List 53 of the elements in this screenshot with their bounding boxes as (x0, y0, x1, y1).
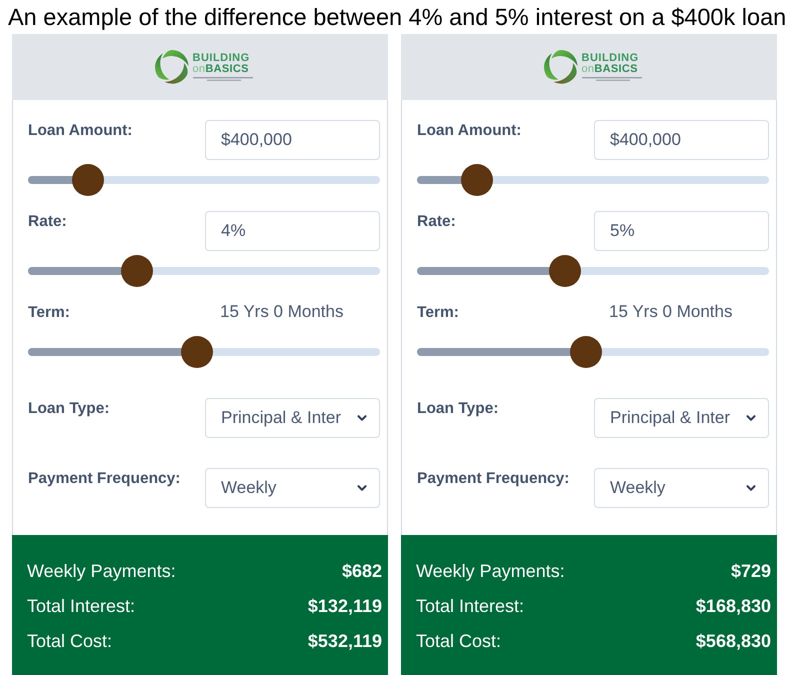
slider-thumb[interactable] (548, 255, 581, 287)
result-value: $568,830 (696, 630, 771, 652)
dropdown-select[interactable]: Principal & Inter (594, 398, 769, 438)
range-slider[interactable] (417, 255, 769, 287)
slider-thumb[interactable] (121, 255, 154, 287)
field-label: Payment Frequency: (417, 469, 570, 489)
slider-thumb[interactable] (72, 164, 104, 196)
range-slider[interactable] (28, 336, 380, 368)
result-value: $168,830 (696, 594, 771, 618)
leaf-wreath-icon (154, 49, 190, 85)
leaf-wreath-icon (542, 49, 578, 85)
field-label: Loan Amount: (28, 121, 134, 141)
field-label: Rate: (417, 212, 457, 232)
result-label: Weekly Payments: (416, 560, 565, 583)
field-label: Payment Frequency: (28, 469, 182, 489)
field-label: Rate: (28, 212, 68, 232)
result-label: Total Interest: (27, 594, 136, 618)
result-label: Weekly Payments: (27, 560, 176, 583)
text-input[interactable]: 4% (205, 211, 380, 251)
logo-text: BUILDING (192, 53, 251, 64)
logo-text: onBASICS (192, 64, 250, 75)
field-label: Term: (28, 303, 71, 323)
tagline-drawing (192, 77, 252, 81)
field-label: Loan Amount: (417, 121, 522, 141)
result-label: Total Cost: (416, 630, 502, 652)
result-value: $132,119 (308, 594, 382, 618)
caption: An example of the difference between 4% and 5% interest on a $400k loan (8, 3, 786, 32)
result-label: Total Cost: (27, 630, 112, 652)
dropdown-select[interactable]: Weekly (205, 468, 380, 508)
field-label: Term: (417, 303, 460, 323)
range-slider[interactable] (417, 336, 769, 368)
term-value: 15 Yrs 0 Months (219, 302, 344, 322)
slider-thumb[interactable] (570, 336, 602, 368)
range-slider[interactable] (28, 255, 380, 287)
slider-thumb[interactable] (180, 336, 213, 368)
range-slider[interactable] (417, 164, 769, 196)
logo-text: onBASICS (582, 64, 639, 75)
text-input[interactable]: $400,000 (205, 120, 380, 160)
logo-text: BUILDING (582, 53, 640, 64)
text-input[interactable]: 5% (594, 211, 769, 251)
text-input[interactable]: $400,000 (594, 120, 769, 160)
tagline-drawing (582, 77, 642, 81)
field-label: Loan Type: (28, 399, 111, 419)
result-label: Total Interest: (416, 594, 524, 618)
result-value: $682 (342, 560, 382, 582)
slider-thumb[interactable] (460, 164, 493, 196)
dropdown-select[interactable]: Weekly (594, 468, 769, 508)
term-value: 15 Yrs 0 Months (608, 302, 732, 322)
field-label: Loan Type: (417, 399, 500, 419)
result-value: $729 (730, 560, 771, 582)
result-value: $532,119 (308, 630, 382, 652)
dropdown-select[interactable]: Principal & Inter (205, 398, 380, 438)
range-slider[interactable] (28, 164, 380, 196)
